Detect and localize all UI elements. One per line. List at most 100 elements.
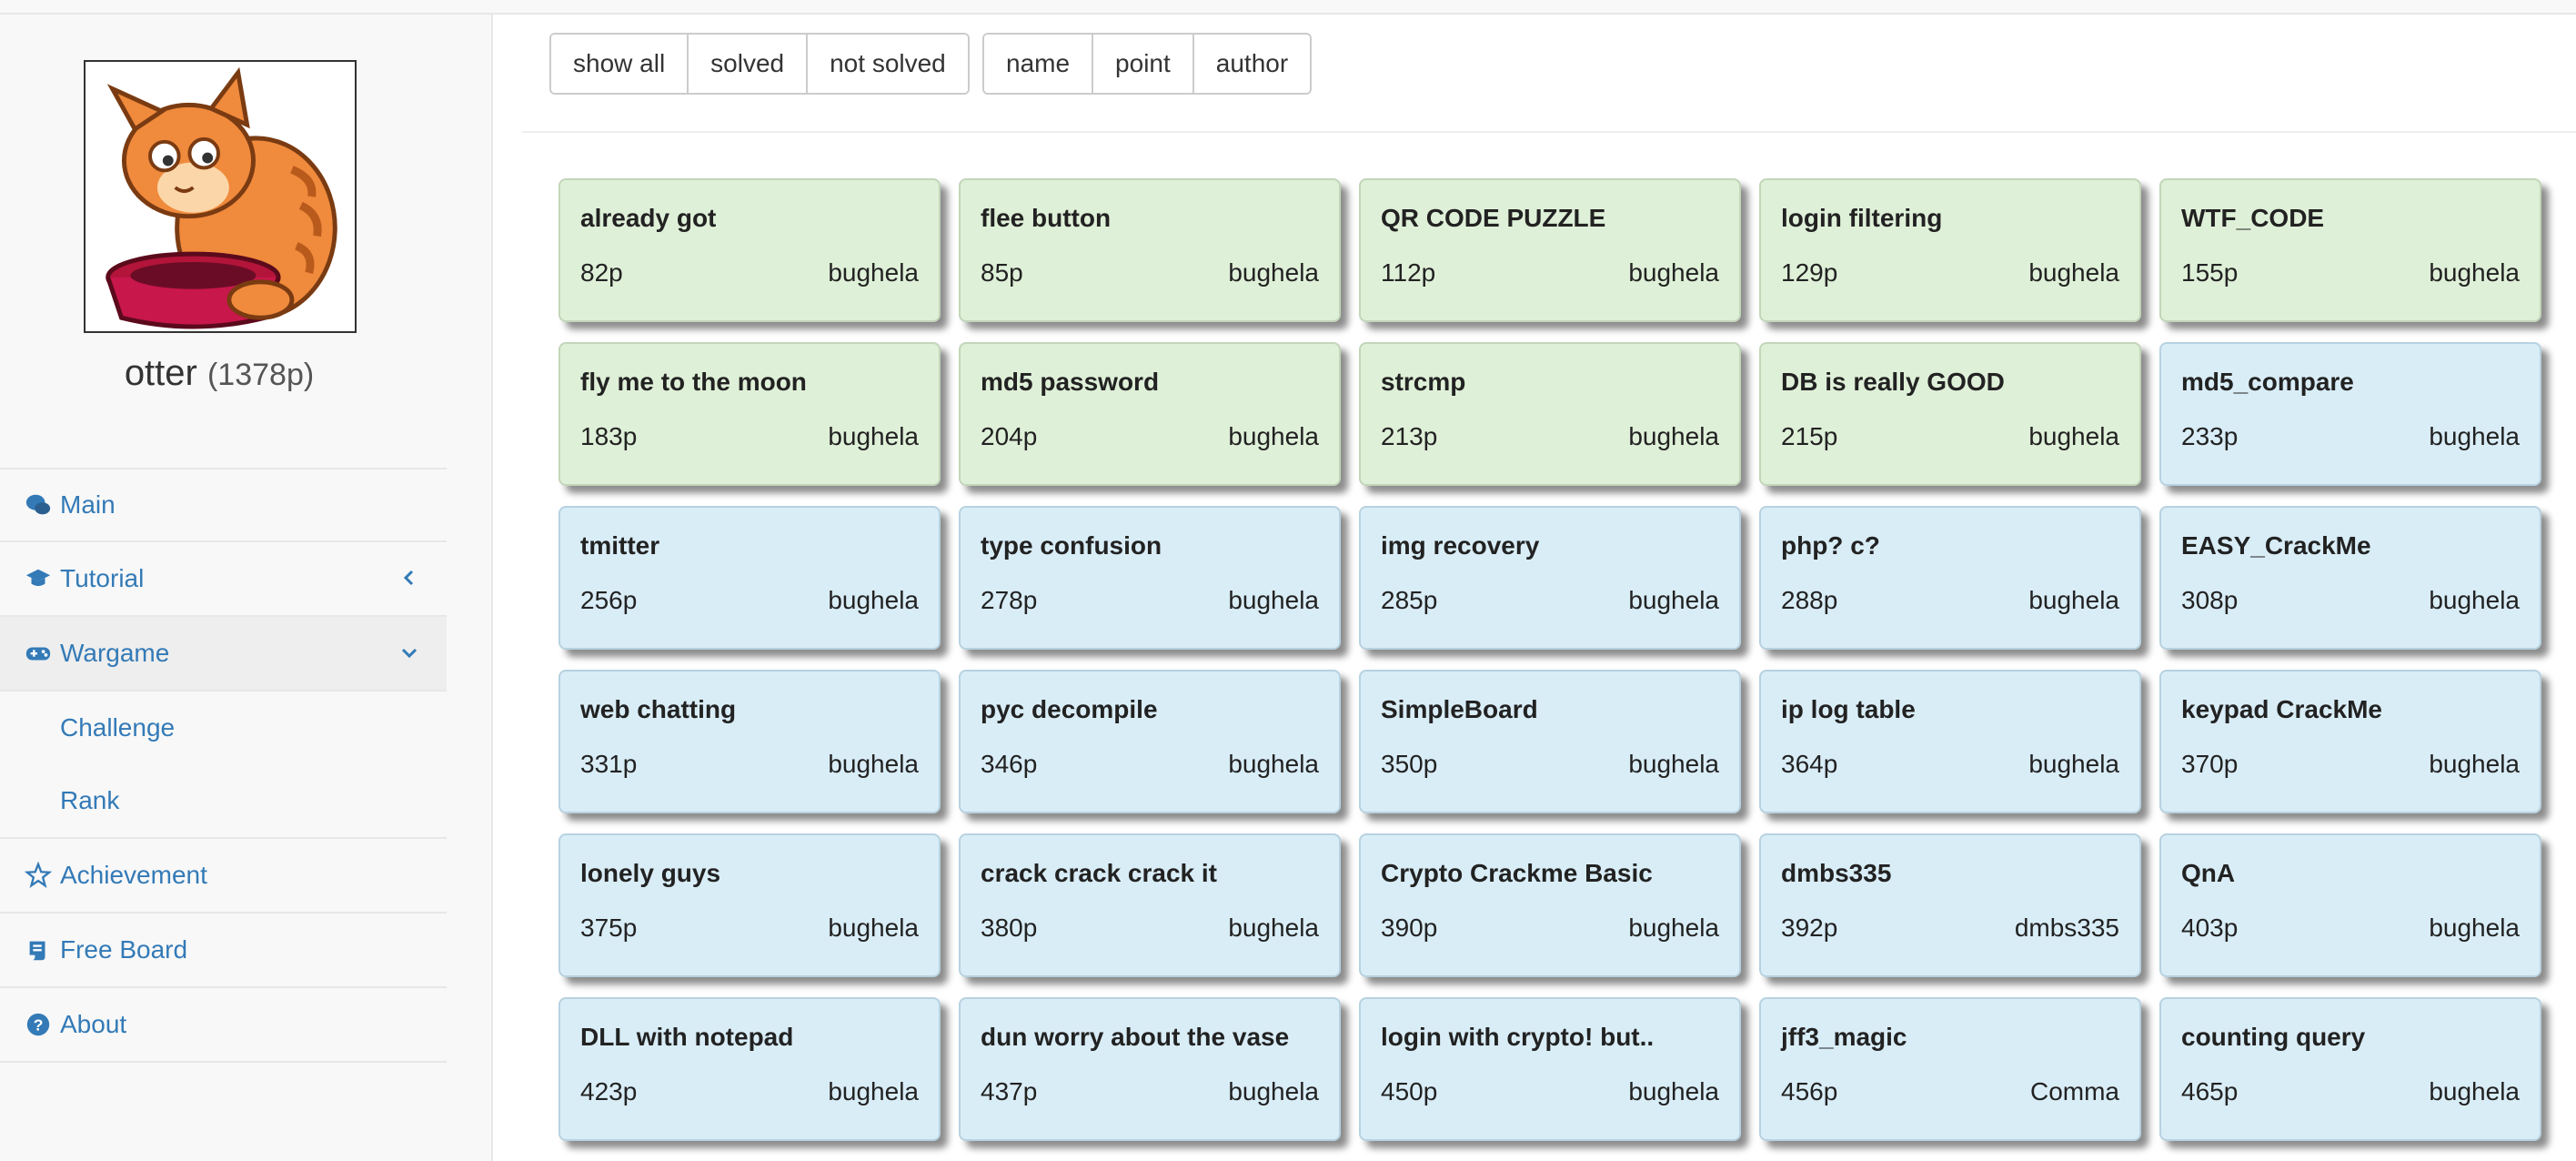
- challenge-title: md5 password: [981, 368, 1160, 396]
- challenge-title: php? c?: [1781, 531, 1880, 560]
- challenge-author: bughela: [1628, 914, 1719, 942]
- challenge-card[interactable]: QnA 403p bughela: [2159, 833, 2541, 977]
- challenge-card[interactable]: crack crack crack it 380p bughela: [959, 833, 1341, 977]
- sidebar-item-label: Tutorial: [60, 564, 145, 592]
- challenge-grid: already got 82p bughela flee button 85p bughe…: [558, 178, 2576, 1161]
- sidebar-item-label: Challenge: [60, 713, 176, 742]
- challenge-card[interactable]: img recovery 285p bughela: [1359, 506, 1741, 650]
- not-solved-filter-button[interactable]: not solved: [808, 35, 968, 93]
- challenge-card[interactable]: md5 password 204p bughela: [959, 342, 1341, 486]
- user-name-points: otter (1378p): [0, 353, 438, 394]
- wechat-icon: [22, 490, 55, 520]
- challenge-card[interactable]: DB is really GOOD 215p bughela: [1759, 342, 2141, 486]
- sort-point-button[interactable]: point: [1093, 35, 1194, 93]
- challenge-title: Crypto Crackme Basic: [1381, 859, 1653, 887]
- challenge-author: bughela: [1628, 750, 1719, 778]
- challenge-points: 437p: [981, 1077, 1038, 1105]
- challenge-card[interactable]: dun worry about the vase 437p bughela: [959, 997, 1341, 1141]
- challenge-author: bughela: [1628, 1077, 1719, 1105]
- challenge-points: 183p: [580, 422, 638, 450]
- sidebar-item-label: About: [60, 1010, 127, 1038]
- challenge-card[interactable]: counting query 465p bughela: [2159, 997, 2541, 1141]
- challenge-card[interactable]: web chatting 331p bughela: [558, 670, 941, 813]
- sort-button-group: name point author: [982, 33, 1313, 95]
- challenge-points: 375p: [580, 914, 638, 942]
- challenge-author: bughela: [1228, 258, 1319, 287]
- challenge-points: 331p: [580, 750, 638, 778]
- challenge-points: 308p: [2181, 586, 2239, 614]
- challenge-author: bughela: [828, 422, 919, 450]
- sidebar-item-wargame[interactable]: Wargame: [0, 617, 447, 692]
- challenge-title: WTF_CODE: [2181, 204, 2325, 232]
- challenge-points: 456p: [1781, 1077, 1838, 1105]
- challenge-author: bughela: [828, 1077, 919, 1105]
- challenge-title: type confusion: [981, 531, 1162, 560]
- sidebar-item-rank[interactable]: Rank: [0, 764, 447, 837]
- challenge-card[interactable]: jff3_magic 456p Comma: [1759, 997, 2141, 1141]
- solved-filter-button[interactable]: solved: [689, 35, 809, 93]
- challenge-card[interactable]: dmbs335 392p dmbs335: [1759, 833, 2141, 977]
- challenge-author: bughela: [1228, 750, 1319, 778]
- challenge-title: login filtering: [1781, 204, 1943, 232]
- challenge-card[interactable]: fly me to the moon 183p bughela: [558, 342, 941, 486]
- challenge-card[interactable]: Crypto Crackme Basic 390p bughela: [1359, 833, 1741, 977]
- gamepad-icon: [22, 639, 55, 668]
- challenge-card[interactable]: ip log table 364p bughela: [1759, 670, 2141, 813]
- challenge-card[interactable]: md5_compare 233p bughela: [2159, 342, 2541, 486]
- avatar: [84, 60, 357, 333]
- challenge-title: DLL with notepad: [580, 1023, 794, 1051]
- challenge-card[interactable]: already got 82p bughela: [558, 178, 941, 322]
- challenge-title: keypad CrackMe: [2181, 695, 2383, 723]
- sidebar-item-free-board[interactable]: Free Board: [0, 914, 447, 988]
- challenge-author: bughela: [2028, 586, 2119, 614]
- challenge-card[interactable]: flee button 85p bughela: [959, 178, 1341, 322]
- sort-name-button[interactable]: name: [984, 35, 1094, 93]
- challenge-title: EASY_CrackMe: [2181, 531, 2371, 560]
- challenge-title: md5_compare: [2181, 368, 2354, 396]
- wargame-submenu: Challenge Rank: [0, 692, 447, 839]
- challenge-author: bughela: [2429, 586, 2520, 614]
- challenge-author: bughela: [2028, 750, 2119, 778]
- challenge-card[interactable]: tmitter 256p bughela: [558, 506, 941, 650]
- show-all-button[interactable]: show all: [551, 35, 689, 93]
- challenge-card[interactable]: php? c? 288p bughela: [1759, 506, 2141, 650]
- challenge-title: strcmp: [1381, 368, 1466, 396]
- challenge-card[interactable]: WTF_CODE 155p bughela: [2159, 178, 2541, 322]
- challenge-points: 233p: [2181, 422, 2239, 450]
- challenge-title: jff3_magic: [1781, 1023, 1907, 1051]
- challenge-title: tmitter: [580, 531, 660, 560]
- challenge-title: fly me to the moon: [580, 368, 807, 396]
- sidebar-item-challenge[interactable]: Challenge: [0, 692, 447, 764]
- challenge-title: web chatting: [580, 695, 737, 723]
- username: otter: [124, 353, 197, 393]
- challenge-card[interactable]: strcmp 213p bughela: [1359, 342, 1741, 486]
- challenge-author: bughela: [828, 750, 919, 778]
- challenge-title: flee button: [981, 204, 1112, 232]
- challenge-card[interactable]: pyc decompile 346p bughela: [959, 670, 1341, 813]
- challenge-card[interactable]: login with crypto! but.. 450p bughela: [1359, 997, 1741, 1141]
- challenge-card[interactable]: lonely guys 375p bughela: [558, 833, 941, 977]
- challenge-author: bughela: [2028, 422, 2119, 450]
- challenge-card[interactable]: login filtering 129p bughela: [1759, 178, 2141, 322]
- challenge-card[interactable]: EASY_CrackMe 308p bughela: [2159, 506, 2541, 650]
- challenge-author: bughela: [2429, 750, 2520, 778]
- chevron-down-icon: [396, 639, 423, 666]
- challenge-author: bughela: [1628, 258, 1719, 287]
- sidebar: otter (1378p) Main Tutorial Wargame Chal…: [0, 15, 493, 1161]
- challenge-card[interactable]: type confusion 278p bughela: [959, 506, 1341, 650]
- sort-author-button[interactable]: author: [1193, 35, 1311, 93]
- challenge-points: 392p: [1781, 914, 1838, 942]
- challenge-points: 112p: [1381, 258, 1436, 287]
- challenge-card[interactable]: keypad CrackMe 370p bughela: [2159, 670, 2541, 813]
- challenge-card[interactable]: QR CODE PUZZLE 112p bughela: [1359, 178, 1741, 322]
- sidebar-item-tutorial[interactable]: Tutorial: [0, 542, 447, 617]
- challenge-title: login with crypto! but..: [1381, 1023, 1655, 1051]
- sidebar-item-about[interactable]: ? About: [0, 988, 447, 1063]
- challenge-author: bughela: [828, 258, 919, 287]
- challenge-card[interactable]: DLL with notepad 423p bughela: [558, 997, 941, 1141]
- sidebar-item-achievement[interactable]: Achievement: [0, 839, 447, 914]
- challenge-author: bughela: [1228, 914, 1319, 942]
- sidebar-item-main[interactable]: Main: [0, 468, 447, 542]
- challenge-card[interactable]: SimpleBoard 350p bughela: [1359, 670, 1741, 813]
- challenge-title: lonely guys: [580, 859, 721, 887]
